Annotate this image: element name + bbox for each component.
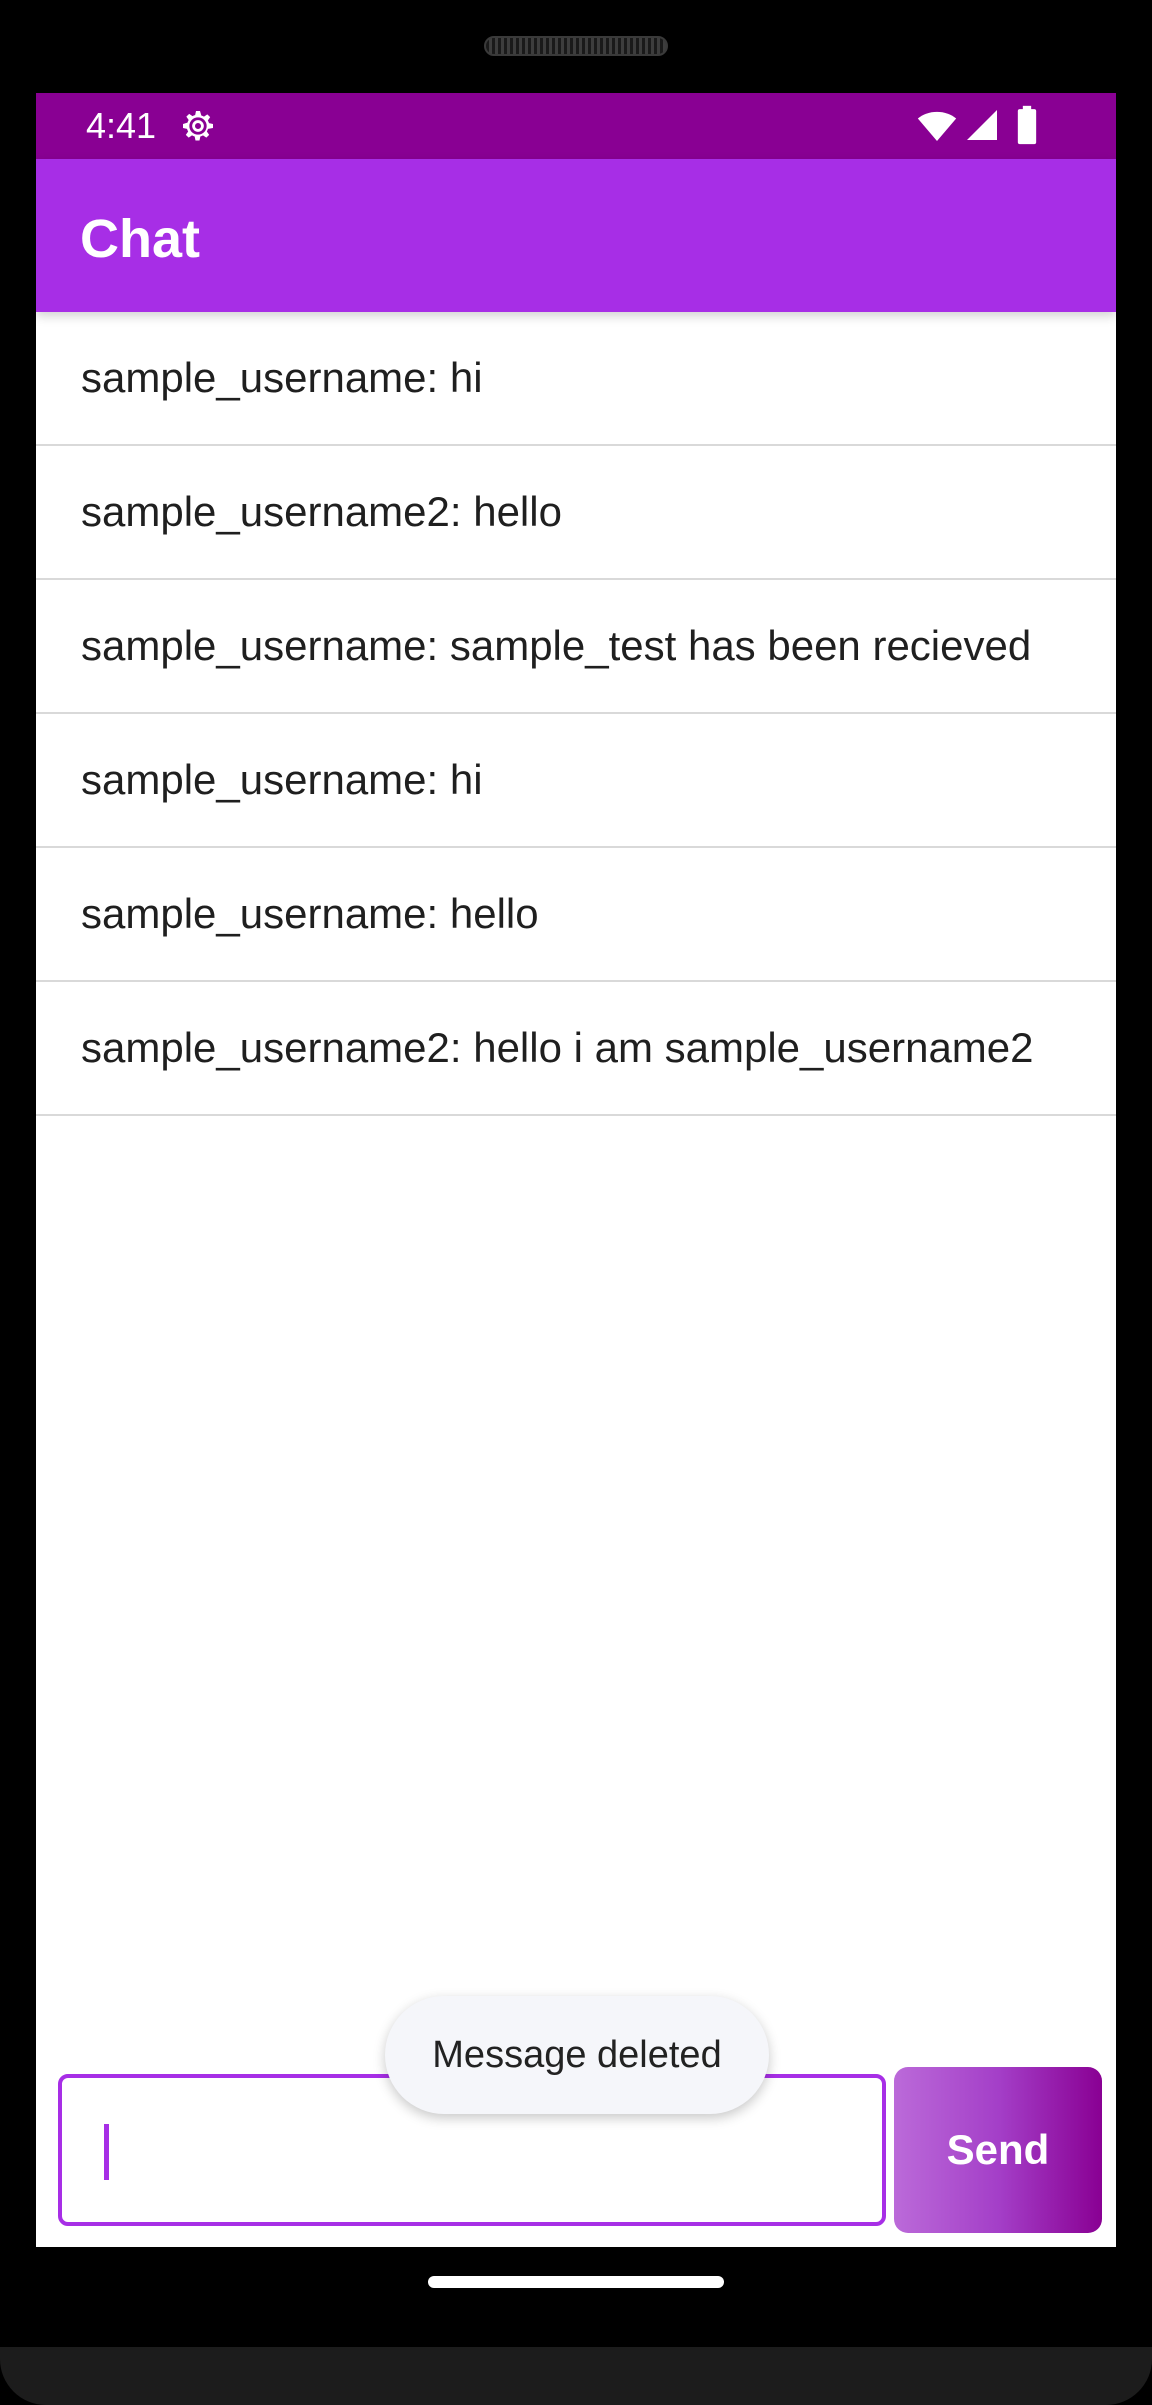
toast-message: Message deleted bbox=[385, 1996, 769, 2114]
message-item[interactable]: sample_username2: hello i am sample_user… bbox=[36, 982, 1116, 1116]
message-text: sample_username: hi bbox=[81, 756, 483, 803]
message-list[interactable]: sample_username: hi sample_username2: he… bbox=[36, 312, 1116, 1116]
text-caret bbox=[104, 2124, 109, 2180]
toast-text: Message deleted bbox=[432, 2033, 722, 2076]
message-text: sample_username: hello bbox=[81, 890, 539, 937]
status-time: 4:41 bbox=[86, 105, 157, 146]
message-text: sample_username2: hello i am sample_user… bbox=[81, 1024, 1034, 1071]
message-text: sample_username: sample_test has been re… bbox=[81, 622, 1032, 669]
app-screen: 4:41 Chat sample_username: hi sample_use… bbox=[36, 93, 1116, 2247]
app-bar: Chat bbox=[36, 159, 1116, 312]
settings-gear-icon bbox=[183, 111, 213, 141]
page-title: Chat bbox=[80, 209, 200, 269]
cell-signal-icon bbox=[967, 110, 997, 140]
send-button-label: Send bbox=[946, 2126, 1050, 2173]
bottom-bezel bbox=[0, 2347, 1152, 2405]
home-gesture-handle[interactable] bbox=[428, 2276, 724, 2288]
wifi-icon bbox=[917, 111, 957, 141]
battery-icon bbox=[1017, 105, 1037, 145]
send-button[interactable]: Send bbox=[894, 2067, 1102, 2233]
message-item[interactable]: sample_username: hello bbox=[36, 848, 1116, 982]
message-text: sample_username: hi bbox=[81, 354, 483, 401]
earpiece-speaker bbox=[484, 36, 668, 56]
message-item[interactable]: sample_username: sample_test has been re… bbox=[36, 580, 1116, 714]
message-text: sample_username2: hello bbox=[81, 488, 562, 535]
phone-frame: 4:41 Chat sample_username: hi sample_use… bbox=[0, 0, 1152, 2405]
message-item[interactable]: sample_username: hi bbox=[36, 714, 1116, 848]
status-bar: 4:41 bbox=[36, 93, 1116, 159]
message-item[interactable]: sample_username2: hello bbox=[36, 446, 1116, 580]
message-item[interactable]: sample_username: hi bbox=[36, 312, 1116, 446]
